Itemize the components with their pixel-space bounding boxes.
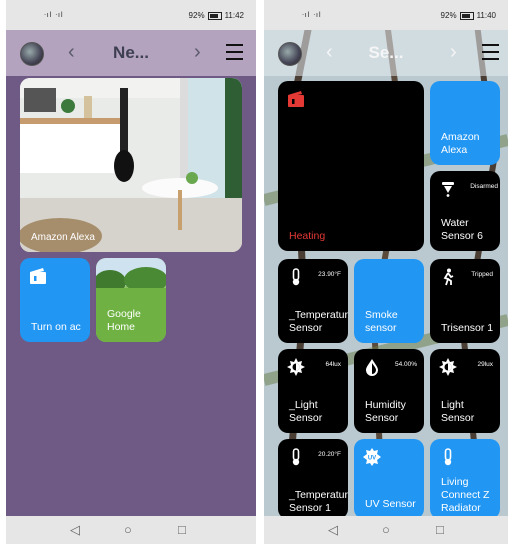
chevron-right-icon[interactable]: › <box>450 41 457 64</box>
app-bar: ‹ Ne... › <box>6 30 256 76</box>
tile-label: Living Connect Z Radiator <box>441 475 490 514</box>
tile-uv-sensor[interactable]: UV UV Sensor <box>354 439 424 519</box>
brightness-icon <box>287 358 305 376</box>
tile-living-connect-radiator[interactable]: Living Connect Z Radiator <box>430 439 500 519</box>
tile-temperature-sensor[interactable]: 23.90°F _Temperature Sensor <box>278 259 348 343</box>
tile-label: Water Sensor 6 <box>441 216 484 242</box>
tile-label: _Temperature Sensor <box>289 308 348 334</box>
tile-reading: 64lux <box>325 361 341 368</box>
tile-amazon-alexa[interactable]: Amazon Alexa <box>430 81 500 165</box>
tile-temperature-sensor-1[interactable]: 20.20°F _Temperature Sensor 1 <box>278 439 348 519</box>
page-title: Se... <box>368 43 404 62</box>
brightness-icon <box>439 358 457 376</box>
tile-humidity-sensor[interactable]: 54.00% Humidity Sensor <box>354 349 424 433</box>
home-icon[interactable]: ○ <box>124 522 132 537</box>
battery-percent: 92% <box>440 11 457 20</box>
tile-label: Trisensor 1 <box>441 321 494 334</box>
heating-scene-icon <box>288 91 304 107</box>
tile-label: Amazon Alexa <box>441 130 480 156</box>
tile-reading: 20.20°F <box>318 451 341 458</box>
signal-icon: ᐧıl ᐧıl <box>302 12 322 19</box>
back-icon[interactable]: ◁ <box>70 522 80 538</box>
battery-icon <box>459 11 474 20</box>
tile-label: Heating <box>289 229 326 242</box>
tile-label: UV Sensor <box>365 497 416 510</box>
tile-label: Amazon Alexa <box>31 231 95 243</box>
tile-reading: 29lux <box>477 361 493 368</box>
tile-reading: 54.00% <box>394 361 417 368</box>
status-bar: ᐧıl ᐧıl 92% 11:40 <box>264 0 508 30</box>
clock: 11:42 <box>224 11 244 20</box>
tile-amazon-alexa-photo[interactable]: Amazon Alexa <box>20 78 242 252</box>
tile-trisensor-1[interactable]: Tripped Trisensor 1 <box>430 259 500 343</box>
tile-label: _Light Sensor <box>289 398 323 424</box>
tile-light-sensor-underscore[interactable]: 64lux _Light Sensor <box>278 349 348 433</box>
tile-label: Turn on ac <box>31 320 81 333</box>
page-title: Ne... <box>113 43 149 62</box>
signal-icon: ᐧıl ᐧıl <box>44 12 64 19</box>
battery-icon <box>207 11 222 20</box>
app-bar: ‹ Se... › <box>264 30 508 76</box>
tile-label: Smoke sensor <box>365 308 398 334</box>
tile-google-home[interactable]: Google Home <box>96 258 166 342</box>
thermometer-icon <box>292 268 300 286</box>
water-sensor-icon <box>442 182 454 197</box>
tile-heating[interactable]: Heating <box>278 81 424 251</box>
thermometer-icon <box>292 448 300 466</box>
svg-text:UV: UV <box>368 456 376 462</box>
tile-reading: Tripped <box>471 271 493 278</box>
motion-icon <box>443 268 454 286</box>
tile-water-sensor-6[interactable]: Disarmed Water Sensor 6 <box>430 171 500 251</box>
tile-reading: 23.90°F <box>318 271 341 278</box>
menu-icon[interactable] <box>226 44 243 65</box>
recents-icon[interactable]: □ <box>178 522 186 537</box>
tile-reading: Disarmed <box>470 183 498 190</box>
recents-icon[interactable]: □ <box>436 522 444 537</box>
humidity-drop-icon <box>366 359 378 376</box>
uv-icon: UV <box>363 448 381 466</box>
clock: 11:40 <box>476 11 496 20</box>
tile-label: Google Home <box>107 307 141 333</box>
menu-icon[interactable] <box>482 44 499 65</box>
living-room-photo <box>20 78 242 252</box>
system-nav-bar: ◁ ○ □ <box>264 516 508 544</box>
tile-turn-on-ac[interactable]: Turn on ac <box>20 258 90 342</box>
right-phone-screen: ᐧıl ᐧıl 92% 11:40 ‹ Se... › Heating Amaz… <box>264 0 508 544</box>
home-icon[interactable]: ○ <box>382 522 390 537</box>
tile-label: Humidity Sensor <box>365 398 406 424</box>
thermometer-icon <box>444 448 452 466</box>
battery-percent: 92% <box>188 11 205 20</box>
chevron-right-icon[interactable]: › <box>194 41 201 64</box>
tile-light-sensor[interactable]: 29lux Light Sensor <box>430 349 500 433</box>
tile-label: Light Sensor <box>441 398 475 424</box>
status-bar: ᐧıl ᐧıl 92% 11:42 <box>6 0 256 30</box>
system-nav-bar: ◁ ○ □ <box>6 516 256 544</box>
tile-smoke-sensor[interactable]: Smoke sensor <box>354 259 424 343</box>
scene-icon <box>30 268 46 284</box>
tile-label: _Temperature Sensor 1 <box>289 488 348 514</box>
left-phone-screen: ᐧıl ᐧıl 92% 11:42 ‹ Ne... › Amazon Alexa… <box>6 0 256 544</box>
back-icon[interactable]: ◁ <box>328 522 338 538</box>
